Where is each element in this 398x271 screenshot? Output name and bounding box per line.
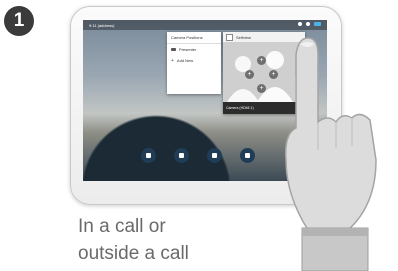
status-bar-icons (298, 22, 321, 26)
pan-left-button[interactable]: + (245, 70, 254, 79)
bottom-dock (137, 148, 259, 176)
help-icon[interactable] (298, 22, 302, 26)
status-bar-address: 9:11 (address) (89, 23, 115, 28)
meetings-icon (212, 153, 218, 158)
step-number-badge: 1 (4, 6, 34, 36)
pan-down-button[interactable]: + (257, 84, 266, 93)
contacts-icon (178, 153, 184, 158)
camera-positions-panel: Camera Positions Presenter + Add New (167, 32, 221, 94)
pan-up-button[interactable]: + (257, 56, 266, 65)
selfview-toggle-checkbox[interactable] (226, 33, 233, 41)
plus-icon: + (171, 57, 174, 64)
camera-icon (171, 48, 176, 51)
status-bar: 9:11 (address) (83, 20, 327, 30)
keypad-icon (145, 153, 151, 158)
selfview-title: Selfview (236, 34, 251, 40)
instruction-caption: In a call or outside a call (78, 213, 278, 267)
camera-position-label: Add New (176, 58, 194, 63)
caption-line-2: outside a call (78, 243, 189, 264)
dock-button-messages[interactable] (237, 148, 259, 176)
messages-icon (245, 153, 251, 158)
settings-icon[interactable] (306, 22, 310, 26)
dock-button-meetings[interactable] (204, 148, 226, 176)
camera-positions-title: Camera Positions (167, 32, 221, 44)
pointing-hand-illustration (284, 37, 377, 271)
camera-position-item-presenter[interactable]: Presenter (167, 44, 221, 55)
camera-status-icon[interactable] (314, 22, 321, 26)
dock-button-keypad[interactable] (137, 148, 159, 176)
camera-position-label: Presenter (179, 47, 197, 52)
caption-line-1: In a call or (78, 216, 166, 237)
camera-position-item-add-new[interactable]: + Add New (167, 55, 221, 66)
dock-button-contacts[interactable] (170, 148, 192, 176)
